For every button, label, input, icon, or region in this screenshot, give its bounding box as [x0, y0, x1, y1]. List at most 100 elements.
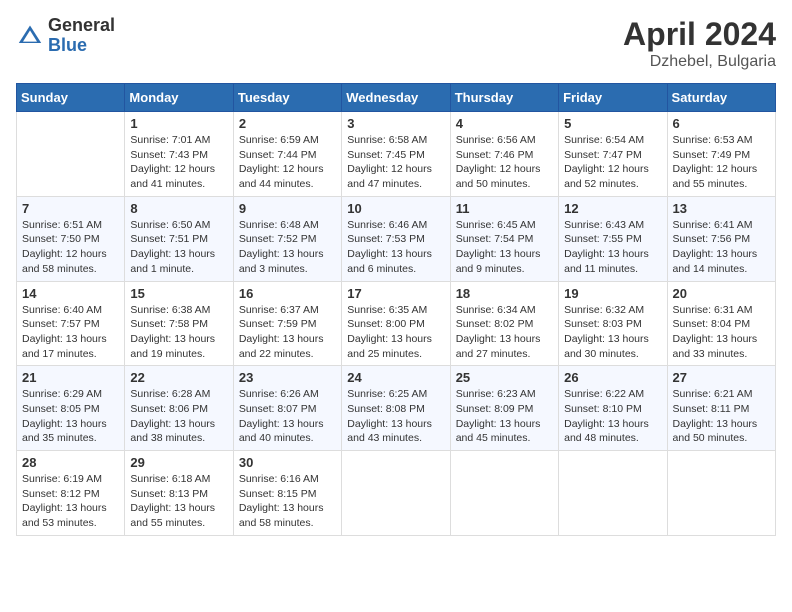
cell-info: Sunrise: 6:48 AM Sunset: 7:52 PM Dayligh…	[239, 218, 336, 277]
cell-info: Sunrise: 6:29 AM Sunset: 8:05 PM Dayligh…	[22, 387, 119, 446]
calendar-week-row: 28 Sunrise: 6:19 AM Sunset: 8:12 PM Dayli…	[17, 451, 776, 536]
header-saturday: Saturday	[667, 84, 775, 112]
cell-info: Sunrise: 6:59 AM Sunset: 7:44 PM Dayligh…	[239, 133, 336, 192]
cell-info: Sunrise: 6:18 AM Sunset: 8:13 PM Dayligh…	[130, 472, 227, 531]
cell-info: Sunrise: 6:26 AM Sunset: 8:07 PM Dayligh…	[239, 387, 336, 446]
calendar-week-row: 21 Sunrise: 6:29 AM Sunset: 8:05 PM Dayli…	[17, 366, 776, 451]
table-row: 27 Sunrise: 6:21 AM Sunset: 8:11 PM Dayli…	[667, 366, 775, 451]
cell-info: Sunrise: 6:46 AM Sunset: 7:53 PM Dayligh…	[347, 218, 444, 277]
logo: General Blue	[16, 16, 115, 56]
header-thursday: Thursday	[450, 84, 558, 112]
table-row: 30 Sunrise: 6:16 AM Sunset: 8:15 PM Dayli…	[233, 451, 341, 536]
cell-info: Sunrise: 6:58 AM Sunset: 7:45 PM Dayligh…	[347, 133, 444, 192]
header-sunday: Sunday	[17, 84, 125, 112]
table-row: 12 Sunrise: 6:43 AM Sunset: 7:55 PM Dayli…	[559, 196, 667, 281]
cell-info: Sunrise: 6:51 AM Sunset: 7:50 PM Dayligh…	[22, 218, 119, 277]
day-number: 11	[456, 201, 553, 216]
table-row: 22Sunrise: 6:28 AM Sunset: 8:06 PM Dayli…	[125, 366, 233, 451]
day-number: 26	[564, 370, 661, 385]
day-number: 21	[22, 370, 119, 385]
location-title: Dzhebel, Bulgaria	[623, 53, 776, 71]
cell-info: Sunrise: 6:32 AM Sunset: 8:03 PM Dayligh…	[564, 303, 661, 362]
page-header: General Blue April 2024 Dzhebel, Bulgari…	[16, 16, 776, 71]
cell-info: Sunrise: 6:23 AM Sunset: 8:09 PM Dayligh…	[456, 387, 553, 446]
header-friday: Friday	[559, 84, 667, 112]
day-number: 30	[239, 455, 336, 470]
table-row: 10 Sunrise: 6:46 AM Sunset: 7:53 PM Dayli…	[342, 196, 450, 281]
day-number: 24	[347, 370, 444, 385]
table-row: 25 Sunrise: 6:23 AM Sunset: 8:09 PM Dayli…	[450, 366, 558, 451]
table-row: 26 Sunrise: 6:22 AM Sunset: 8:10 PM Dayli…	[559, 366, 667, 451]
day-number: 19	[564, 286, 661, 301]
table-row	[667, 451, 775, 536]
calendar-week-row: 7 Sunrise: 6:51 AM Sunset: 7:50 PM Daylig…	[17, 196, 776, 281]
logo-general-text: General	[48, 16, 115, 36]
cell-info: Sunrise: 6:40 AM Sunset: 7:57 PM Dayligh…	[22, 303, 119, 362]
table-row: 20 Sunrise: 6:31 AM Sunset: 8:04 PM Dayli…	[667, 281, 775, 366]
cell-info: Sunrise: 6:28 AM Sunset: 8:06 PM Dayligh…	[130, 387, 227, 446]
cell-info: Sunrise: 6:41 AM Sunset: 7:56 PM Dayligh…	[673, 218, 770, 277]
cell-info: Sunrise: 6:35 AM Sunset: 8:00 PM Dayligh…	[347, 303, 444, 362]
day-number: 28	[22, 455, 119, 470]
day-number: 1	[130, 116, 227, 131]
header-tuesday: Tuesday	[233, 84, 341, 112]
table-row: 23 Sunrise: 6:26 AM Sunset: 8:07 PM Dayli…	[233, 366, 341, 451]
table-row: 5Sunrise: 6:54 AM Sunset: 7:47 PM Daylig…	[559, 112, 667, 197]
calendar-header-row: Sunday Monday Tuesday Wednesday Thursday…	[17, 84, 776, 112]
day-number: 5	[564, 116, 661, 131]
table-row: 11 Sunrise: 6:45 AM Sunset: 7:54 PM Dayli…	[450, 196, 558, 281]
table-row: 24Sunrise: 6:25 AM Sunset: 8:08 PM Dayli…	[342, 366, 450, 451]
cell-info: Sunrise: 6:21 AM Sunset: 8:11 PM Dayligh…	[673, 387, 770, 446]
day-number: 2	[239, 116, 336, 131]
day-number: 12	[564, 201, 661, 216]
month-title: April 2024	[623, 16, 776, 53]
day-number: 17	[347, 286, 444, 301]
table-row: 8Sunrise: 6:50 AM Sunset: 7:51 PM Daylig…	[125, 196, 233, 281]
day-number: 27	[673, 370, 770, 385]
title-area: April 2024 Dzhebel, Bulgaria	[623, 16, 776, 71]
cell-info: Sunrise: 6:34 AM Sunset: 8:02 PM Dayligh…	[456, 303, 553, 362]
day-number: 23	[239, 370, 336, 385]
day-number: 15	[130, 286, 227, 301]
table-row: 2 Sunrise: 6:59 AM Sunset: 7:44 PM Daylig…	[233, 112, 341, 197]
table-row: 4 Sunrise: 6:56 AM Sunset: 7:46 PM Daylig…	[450, 112, 558, 197]
table-row: 3 Sunrise: 6:58 AM Sunset: 7:45 PM Daylig…	[342, 112, 450, 197]
table-row: 19 Sunrise: 6:32 AM Sunset: 8:03 PM Dayli…	[559, 281, 667, 366]
cell-info: Sunrise: 6:56 AM Sunset: 7:46 PM Dayligh…	[456, 133, 553, 192]
table-row	[450, 451, 558, 536]
day-number: 25	[456, 370, 553, 385]
cell-info: Sunrise: 6:50 AM Sunset: 7:51 PM Dayligh…	[130, 218, 227, 277]
table-row: 14Sunrise: 6:40 AM Sunset: 7:57 PM Dayli…	[17, 281, 125, 366]
table-row: 15 Sunrise: 6:38 AM Sunset: 7:58 PM Dayli…	[125, 281, 233, 366]
day-number: 6	[673, 116, 770, 131]
calendar-week-row: 1 Sunrise: 7:01 AM Sunset: 7:43 PM Daylig…	[17, 112, 776, 197]
table-row: 9Sunrise: 6:48 AM Sunset: 7:52 PM Daylig…	[233, 196, 341, 281]
table-row	[559, 451, 667, 536]
header-wednesday: Wednesday	[342, 84, 450, 112]
cell-info: Sunrise: 6:43 AM Sunset: 7:55 PM Dayligh…	[564, 218, 661, 277]
table-row: 18Sunrise: 6:34 AM Sunset: 8:02 PM Dayli…	[450, 281, 558, 366]
cell-info: Sunrise: 6:45 AM Sunset: 7:54 PM Dayligh…	[456, 218, 553, 277]
cell-info: Sunrise: 6:38 AM Sunset: 7:58 PM Dayligh…	[130, 303, 227, 362]
table-row: 1 Sunrise: 7:01 AM Sunset: 7:43 PM Daylig…	[125, 112, 233, 197]
table-row: 17 Sunrise: 6:35 AM Sunset: 8:00 PM Dayli…	[342, 281, 450, 366]
table-row: 13 Sunrise: 6:41 AM Sunset: 7:56 PM Dayli…	[667, 196, 775, 281]
table-row: 6Sunrise: 6:53 AM Sunset: 7:49 PM Daylig…	[667, 112, 775, 197]
logo-blue-text: Blue	[48, 36, 115, 56]
day-number: 4	[456, 116, 553, 131]
table-row	[342, 451, 450, 536]
day-number: 20	[673, 286, 770, 301]
cell-info: Sunrise: 6:16 AM Sunset: 8:15 PM Dayligh…	[239, 472, 336, 531]
cell-info: Sunrise: 7:01 AM Sunset: 7:43 PM Dayligh…	[130, 133, 227, 192]
cell-info: Sunrise: 6:19 AM Sunset: 8:12 PM Dayligh…	[22, 472, 119, 531]
day-number: 13	[673, 201, 770, 216]
table-row: 7 Sunrise: 6:51 AM Sunset: 7:50 PM Daylig…	[17, 196, 125, 281]
cell-info: Sunrise: 6:22 AM Sunset: 8:10 PM Dayligh…	[564, 387, 661, 446]
day-number: 7	[22, 201, 119, 216]
table-row: 29Sunrise: 6:18 AM Sunset: 8:13 PM Dayli…	[125, 451, 233, 536]
day-number: 3	[347, 116, 444, 131]
day-number: 10	[347, 201, 444, 216]
cell-info: Sunrise: 6:31 AM Sunset: 8:04 PM Dayligh…	[673, 303, 770, 362]
table-row: 16Sunrise: 6:37 AM Sunset: 7:59 PM Dayli…	[233, 281, 341, 366]
day-number: 16	[239, 286, 336, 301]
